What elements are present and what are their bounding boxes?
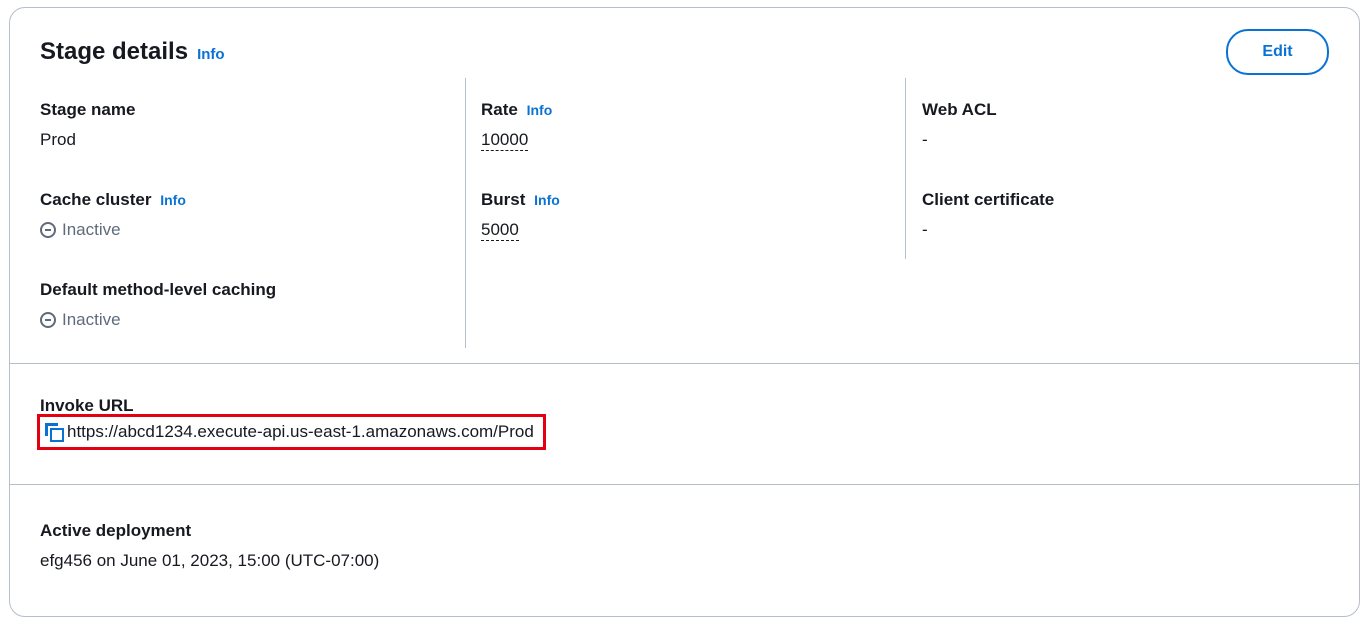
burst-value[interactable]: 5000 bbox=[481, 220, 519, 241]
default-caching-field: Default method-level caching Inactive bbox=[40, 258, 460, 348]
panel-header: Stage details Info bbox=[40, 38, 225, 66]
default-caching-label: Default method-level caching bbox=[40, 280, 277, 299]
client-certificate-label: Client certificate bbox=[922, 190, 1055, 209]
cache-cluster-status: Inactive bbox=[40, 219, 460, 241]
active-deployment-label: Active deployment bbox=[40, 521, 192, 540]
cache-cluster-value: Inactive bbox=[62, 220, 121, 239]
rate-field: Rate Info 10000 bbox=[481, 78, 901, 168]
web-acl-field: Web ACL - bbox=[922, 78, 1342, 168]
copy-icon-front bbox=[50, 428, 64, 442]
invoke-url-value[interactable]: https://abcd1234.execute-api.us-east-1.a… bbox=[67, 422, 534, 442]
rate-info-link[interactable]: Info bbox=[527, 102, 553, 118]
burst-label: Burst Info bbox=[481, 189, 901, 211]
column-divider bbox=[905, 78, 906, 259]
default-caching-status: Inactive bbox=[40, 309, 460, 331]
rate-value[interactable]: 10000 bbox=[481, 130, 529, 151]
edit-button[interactable]: Edit bbox=[1226, 29, 1329, 75]
cache-cluster-field: Cache cluster Info Inactive bbox=[40, 168, 460, 258]
burst-label-text: Burst bbox=[481, 190, 526, 209]
details-column-1: Stage name Prod Cache cluster Info Inact… bbox=[40, 78, 460, 348]
cache-cluster-label-text: Cache cluster bbox=[40, 190, 152, 209]
client-certificate-field: Client certificate - bbox=[922, 168, 1342, 258]
status-stopped-icon bbox=[40, 312, 56, 328]
rate-label-text: Rate bbox=[481, 100, 518, 119]
section-divider bbox=[10, 484, 1359, 485]
cache-cluster-info-link[interactable]: Info bbox=[160, 192, 186, 208]
section-divider bbox=[10, 363, 1359, 364]
client-certificate-value: - bbox=[922, 220, 928, 239]
web-acl-value: - bbox=[922, 130, 928, 149]
burst-info-link[interactable]: Info bbox=[534, 192, 560, 208]
active-deployment-section: Active deployment efg456 on June 01, 202… bbox=[40, 520, 379, 572]
stage-name-value: Prod bbox=[40, 130, 76, 149]
burst-field: Burst Info 5000 bbox=[481, 168, 901, 258]
cache-cluster-label: Cache cluster Info bbox=[40, 189, 460, 211]
invoke-url-label: Invoke URL bbox=[40, 396, 134, 415]
invoke-url-section: Invoke URL https://abcd1234.execute-api.… bbox=[37, 395, 546, 450]
status-stopped-icon bbox=[40, 222, 56, 238]
details-column-2: Rate Info 10000 Burst Info 5000 bbox=[481, 78, 901, 258]
burst-value-wrap: 5000 bbox=[481, 219, 901, 241]
copy-icon[interactable] bbox=[45, 423, 64, 442]
title-info-link[interactable]: Info bbox=[197, 46, 225, 63]
column-divider bbox=[465, 78, 466, 348]
active-deployment-value: efg456 on June 01, 2023, 15:00 (UTC-07:0… bbox=[40, 551, 380, 570]
stage-name-label: Stage name bbox=[40, 100, 136, 119]
stage-name-field: Stage name Prod bbox=[40, 78, 460, 168]
details-column-3: Web ACL - Client certificate - bbox=[922, 78, 1342, 258]
web-acl-label: Web ACL bbox=[922, 100, 997, 119]
rate-label: Rate Info bbox=[481, 99, 901, 121]
default-caching-value: Inactive bbox=[62, 310, 121, 329]
rate-value-wrap: 10000 bbox=[481, 129, 901, 151]
page-title: Stage details bbox=[40, 38, 189, 65]
invoke-url-row: https://abcd1234.execute-api.us-east-1.a… bbox=[37, 414, 546, 450]
stage-details-panel: Stage details Info Edit Stage name Prod … bbox=[9, 7, 1360, 617]
